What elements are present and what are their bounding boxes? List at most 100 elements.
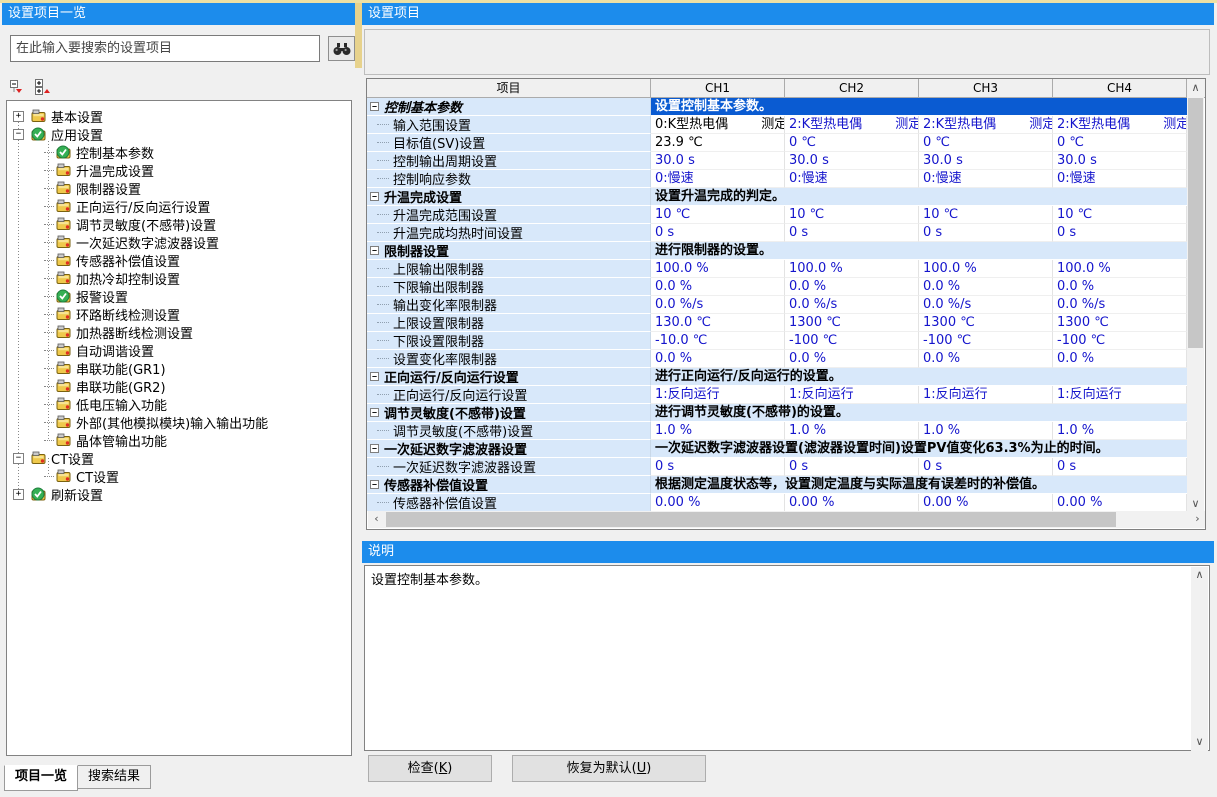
value-cell-ch1[interactable]: 0 s [651, 224, 785, 242]
group-description-cell[interactable]: 设置控制基本参数。 [651, 98, 1187, 116]
group-description-cell[interactable]: 进行调节灵敏度(不感带)的设置。 [651, 404, 1187, 422]
search-button[interactable] [328, 36, 355, 61]
value-cell-ch2[interactable]: 2:K型热电偶 测定 [785, 116, 919, 134]
group-description-cell[interactable]: 根据测定温度状态等，设置测定温度与实际温度有误差时的补偿值。 [651, 476, 1187, 494]
tab-item-list[interactable]: 项目一览 [4, 765, 78, 791]
collapse-icon[interactable]: − [370, 372, 379, 381]
value-cell-ch3[interactable]: 1300 ℃ [919, 314, 1053, 332]
item-name-cell[interactable]: 一次延迟数字滤波器设置 [367, 458, 651, 476]
value-cell-ch2[interactable]: 30.0 s [785, 152, 919, 170]
tree-item[interactable]: 加热器断线检测设置 [7, 323, 351, 341]
item-name-cell[interactable]: 控制输出周期设置 [367, 152, 651, 170]
item-name-cell[interactable]: −正向运行/反向运行设置 [367, 368, 651, 386]
collapse-icon[interactable]: − [370, 480, 379, 489]
value-cell-ch2[interactable]: 0 s [785, 224, 919, 242]
tree-item[interactable]: 控制基本参数 [7, 143, 351, 161]
item-name-cell[interactable]: 升温完成范围设置 [367, 206, 651, 224]
value-cell-ch3[interactable]: 0:慢速 [919, 170, 1053, 188]
scroll-up-icon[interactable]: ∧ [1191, 567, 1208, 584]
tree-item[interactable]: 一次延迟数字滤波器设置 [7, 233, 351, 251]
value-cell-ch3[interactable]: 0.00 % [919, 494, 1053, 512]
group-description-cell[interactable]: 一次延迟数字滤波器设置(滤波器设置时间)设置PV值变化63.3%为止的时间。 [651, 440, 1187, 458]
value-cell-ch1[interactable]: 1.0 % [651, 422, 785, 440]
tree-item[interactable]: 限制器设置 [7, 179, 351, 197]
table-horizontal-scrollbar[interactable]: ‹ › [368, 511, 1206, 528]
value-cell-ch3[interactable]: 10 ℃ [919, 206, 1053, 224]
collapse-icon[interactable]: − [370, 408, 379, 417]
value-cell-ch4[interactable]: 0 ℃ [1053, 134, 1187, 152]
collapse-icon[interactable]: − [370, 102, 379, 111]
tree-item[interactable]: 加热冷却控制设置 [7, 269, 351, 287]
item-name-cell[interactable]: 升温完成均热时间设置 [367, 224, 651, 242]
value-cell-ch4[interactable]: 30.0 s [1053, 152, 1187, 170]
value-cell-ch3[interactable]: 0 s [919, 224, 1053, 242]
item-name-cell[interactable]: −控制基本参数 [367, 98, 651, 116]
value-cell-ch3[interactable]: 100.0 % [919, 260, 1053, 278]
tree-item[interactable]: −应用设置 [7, 125, 351, 143]
tree-item[interactable]: +刷新设置 [7, 485, 351, 503]
tree-item[interactable]: 串联功能(GR1) [7, 359, 351, 377]
collapse-icon[interactable]: − [370, 192, 379, 201]
scroll-right-icon[interactable]: › [1189, 511, 1206, 528]
collapse-icon[interactable]: − [370, 444, 379, 453]
tree-item[interactable]: 低电压输入功能 [7, 395, 351, 413]
value-cell-ch3[interactable]: 0.0 % [919, 350, 1053, 368]
value-cell-ch4[interactable]: 0.00 % [1053, 494, 1187, 512]
panel-splitter[interactable] [355, 3, 362, 797]
value-cell-ch3[interactable]: 30.0 s [919, 152, 1053, 170]
scroll-down-icon[interactable]: ∨ [1191, 734, 1208, 751]
table-vertical-scrollbar[interactable]: ∧ ∨ [1187, 80, 1204, 513]
tree-item[interactable]: 传感器补偿值设置 [7, 251, 351, 269]
value-cell-ch4[interactable]: 0.0 %/s [1053, 296, 1187, 314]
value-cell-ch4[interactable]: 0:慢速 [1053, 170, 1187, 188]
value-cell-ch1[interactable]: 100.0 % [651, 260, 785, 278]
collapse-icon[interactable]: − [370, 246, 379, 255]
value-cell-ch3[interactable]: 0 ℃ [919, 134, 1053, 152]
item-name-cell[interactable]: −升温完成设置 [367, 188, 651, 206]
value-cell-ch4[interactable]: 2:K型热电偶 测定 [1053, 116, 1187, 134]
value-cell-ch1[interactable]: 30.0 s [651, 152, 785, 170]
scroll-up-icon[interactable]: ∧ [1187, 80, 1204, 97]
value-cell-ch4[interactable]: 0 s [1053, 224, 1187, 242]
tree-item[interactable]: 外部(其他模拟模块)输入输出功能 [7, 413, 351, 431]
value-cell-ch1[interactable]: 10 ℃ [651, 206, 785, 224]
value-cell-ch4[interactable]: 10 ℃ [1053, 206, 1187, 224]
item-name-cell[interactable]: 下限输出限制器 [367, 278, 651, 296]
value-cell-ch2[interactable]: 0 s [785, 458, 919, 476]
item-name-cell[interactable]: 正向运行/反向运行设置 [367, 386, 651, 404]
value-cell-ch3[interactable]: -100 ℃ [919, 332, 1053, 350]
value-cell-ch3[interactable]: 0 s [919, 458, 1053, 476]
item-name-cell[interactable]: −一次延迟数字滤波器设置 [367, 440, 651, 458]
item-name-cell[interactable]: −调节灵敏度(不感带)设置 [367, 404, 651, 422]
value-cell-ch1[interactable]: 0.0 % [651, 278, 785, 296]
tree-item[interactable]: 报警设置 [7, 287, 351, 305]
value-cell-ch1[interactable]: 0.0 %/s [651, 296, 785, 314]
tree-item[interactable]: 升温完成设置 [7, 161, 351, 179]
value-cell-ch2[interactable]: 100.0 % [785, 260, 919, 278]
value-cell-ch4[interactable]: 0.0 % [1053, 278, 1187, 296]
value-cell-ch1[interactable]: -10.0 ℃ [651, 332, 785, 350]
tab-search-results[interactable]: 搜索结果 [77, 765, 151, 789]
search-input[interactable] [10, 35, 320, 62]
value-cell-ch1[interactable]: 0 s [651, 458, 785, 476]
value-cell-ch4[interactable]: 0 s [1053, 458, 1187, 476]
expand-all-icon[interactable] [35, 79, 52, 97]
collapse-icon[interactable]: − [13, 129, 24, 140]
value-cell-ch4[interactable]: 1300 ℃ [1053, 314, 1187, 332]
value-cell-ch3[interactable]: 0.0 % [919, 278, 1053, 296]
value-cell-ch3[interactable]: 0.0 %/s [919, 296, 1053, 314]
restore-default-button[interactable]: 恢复为默认(U) [512, 755, 706, 782]
tree-item[interactable]: −CT设置 [7, 449, 351, 467]
value-cell-ch4[interactable]: 1:反向运行 [1053, 386, 1187, 404]
tree-item[interactable]: CT设置 [7, 467, 351, 485]
value-cell-ch2[interactable]: 10 ℃ [785, 206, 919, 224]
item-name-cell[interactable]: 上限输出限制器 [367, 260, 651, 278]
value-cell-ch2[interactable]: 0:慢速 [785, 170, 919, 188]
item-name-cell[interactable]: −传感器补偿值设置 [367, 476, 651, 494]
value-cell-ch1[interactable]: 0:K型热电偶 测定 [651, 116, 785, 134]
value-cell-ch1[interactable]: 1:反向运行 [651, 386, 785, 404]
tree-item[interactable]: +基本设置 [7, 107, 351, 125]
item-name-cell[interactable]: −限制器设置 [367, 242, 651, 260]
vertical-scroll-thumb[interactable] [1188, 98, 1203, 348]
value-cell-ch3[interactable]: 2:K型热电偶 测定 [919, 116, 1053, 134]
